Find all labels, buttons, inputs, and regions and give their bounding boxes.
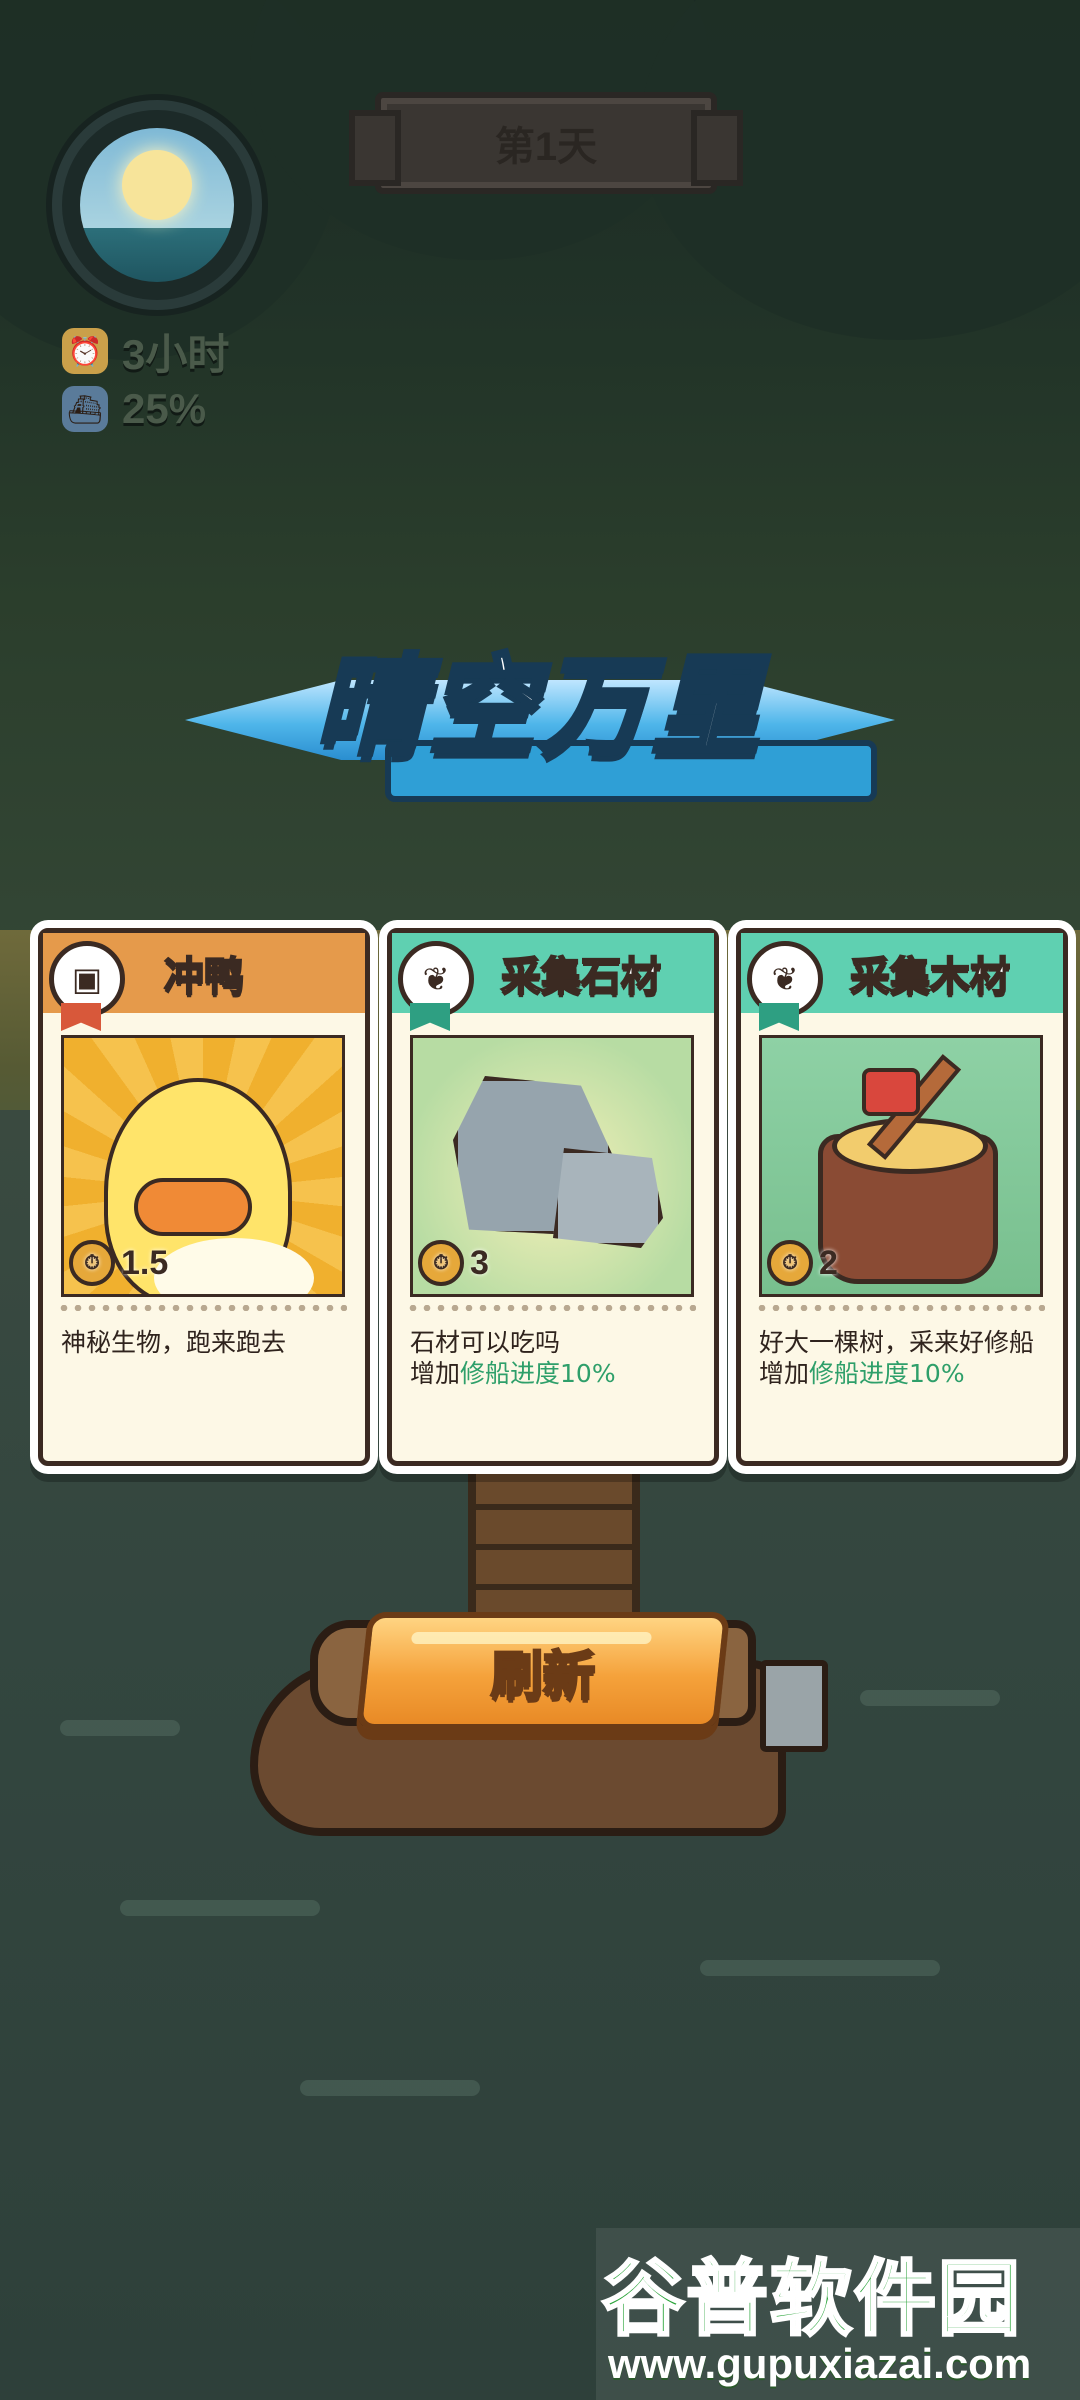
card-cost: ⏱ 2	[767, 1240, 838, 1286]
time-left-value: 3小时	[122, 330, 230, 378]
card-cost-value: 3	[470, 1243, 489, 1282]
card-desc-line: 好大一棵树，采来好修船	[759, 1328, 1035, 1357]
time-left-stat: ⏰ 3小时	[62, 326, 229, 378]
refresh-label: 刷新	[489, 1646, 596, 1707]
day-label: 第1天	[494, 125, 598, 169]
repair-progress-stat: ⛴ 25%	[62, 384, 206, 434]
wave	[120, 1900, 320, 1916]
day-banner: 第1天	[349, 92, 743, 194]
card-effect: 增加修船进度10%	[410, 1358, 700, 1389]
watermark-url: www.gupuxiazai.com	[608, 2340, 1032, 2387]
wave	[300, 2080, 480, 2096]
card-cost-value: 1.5	[121, 1243, 169, 1282]
card-divider	[755, 1305, 1045, 1311]
ship-icon: ⛴	[62, 386, 108, 432]
card-title: 冲鸭	[163, 954, 245, 1000]
card-description: 石材可以吃吗 增加修船进度10%	[410, 1327, 700, 1389]
card-effect: 增加修船进度10%	[759, 1358, 1049, 1389]
wave	[860, 1690, 1000, 1706]
alarm-clock-icon: ⏰	[62, 328, 108, 374]
refresh-button[interactable]: 刷新	[355, 1612, 731, 1730]
watermark-brand: 谷普软件园	[600, 2253, 1023, 2347]
banner-ribbon-left	[349, 110, 401, 186]
card-cost: ⏱ 1.5	[69, 1240, 169, 1286]
card-desc-line: 石材可以吃吗	[410, 1328, 561, 1357]
alarm-clock-icon: ⏱	[418, 1240, 464, 1286]
sun	[122, 150, 192, 220]
alarm-clock-icon: ⏱	[69, 1240, 115, 1286]
alarm-clock-icon: ⏱	[767, 1240, 813, 1286]
banner-ribbon-right	[691, 110, 743, 186]
weather-title-banner: 晴空万里	[185, 620, 895, 802]
weather-title: 晴空万里	[313, 644, 764, 770]
badge-ribbon	[410, 1003, 450, 1031]
card-title: 采集石材	[500, 954, 662, 1000]
watermark: 谷普软件园 www.gupuxiazai.com	[596, 2228, 1080, 2400]
wave	[60, 1720, 180, 1736]
card-cost-value: 2	[819, 1243, 838, 1282]
card-description: 神秘生物，跑来跑去	[61, 1327, 351, 1358]
card-title: 采集木材	[849, 954, 1011, 1000]
card-desc-line: 神秘生物，跑来跑去	[61, 1328, 287, 1357]
event-card-duck[interactable]: 冲鸭 ▣ ⏱ 1.5 神秘生物，跑来跑去	[38, 928, 370, 1466]
card-description: 好大一棵树，采来好修船 增加修船进度10%	[759, 1327, 1049, 1389]
card-divider	[406, 1305, 696, 1311]
boat-motor	[760, 1660, 828, 1752]
badge-ribbon	[759, 1003, 799, 1031]
event-card-stone[interactable]: 采集石材 ❦ ⏱ 3 石材可以吃吗 增加修船进度10%	[387, 928, 719, 1466]
card-effect-prefix: 增加	[759, 1359, 810, 1388]
weather-badge	[52, 100, 262, 310]
sunny-weather-icon	[80, 128, 234, 282]
card-effect-highlight: 修船进度10%	[809, 1359, 965, 1388]
badge-ribbon	[61, 1003, 101, 1031]
repair-progress-value: 25%	[122, 385, 207, 432]
event-card-wood[interactable]: 采集木材 ❦ ⏱ 2 好大一棵树，采来好修船 增加修船进度10%	[736, 928, 1068, 1466]
card-effect-highlight: 修船进度10%	[460, 1359, 616, 1388]
card-effect-prefix: 增加	[410, 1359, 461, 1388]
card-divider	[57, 1305, 347, 1311]
card-cost: ⏱ 3	[418, 1240, 489, 1286]
wave	[700, 1960, 940, 1976]
